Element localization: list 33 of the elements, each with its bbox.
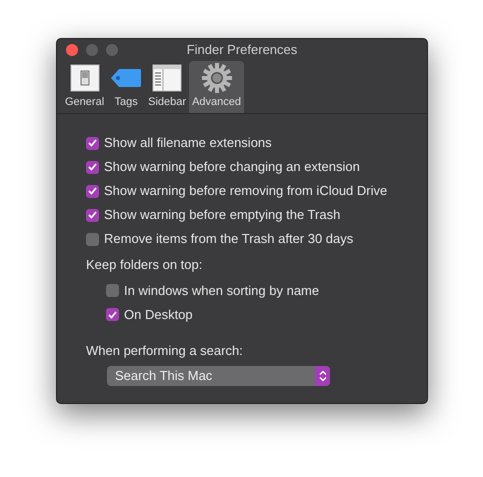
checkbox[interactable] <box>106 308 119 321</box>
checkbox[interactable] <box>86 232 99 246</box>
stepper-arrows-icon <box>318 370 326 382</box>
switch-panel-icon <box>70 64 100 92</box>
toolbar-tab[interactable]: Advanced <box>189 61 244 113</box>
checkmark-icon <box>88 211 97 219</box>
window-title: Finder Preferences <box>186 41 298 60</box>
gear-icon <box>202 62 232 92</box>
checkbox[interactable] <box>86 184 99 198</box>
checkmark-icon <box>88 163 97 171</box>
checkbox[interactable] <box>86 160 99 174</box>
toolbar-tab[interactable]: Tags <box>107 61 146 113</box>
close-button[interactable] <box>66 44 78 56</box>
checkmark-icon <box>88 187 97 195</box>
checkbox[interactable] <box>86 208 99 222</box>
toolbar-tab[interactable]: Sidebar <box>145 61 190 113</box>
toolbar-tab[interactable]: General <box>62 61 108 113</box>
checkbox-label: Show all filename extensions <box>104 134 272 152</box>
checkbox[interactable] <box>86 136 99 150</box>
section-label: Keep folders on top: <box>86 256 204 274</box>
checkbox-label: On Desktop <box>124 306 193 324</box>
checkbox-label: In windows when sorting by name <box>124 282 320 300</box>
checkmark-icon <box>108 310 117 318</box>
checkbox-label: Show warning before changing an extension <box>104 158 360 176</box>
checkbox-label: Show warning before emptying the Trash <box>104 206 340 224</box>
checkbox-label: Remove items from the Trash after 30 days <box>104 230 354 248</box>
sidebar-window-icon <box>152 64 182 92</box>
checkmark-icon <box>88 139 97 147</box>
checkbox-label: Show warning before removing from iCloud Drive <box>104 182 388 200</box>
tag-icon <box>110 68 142 88</box>
search-scope-popup[interactable]: Search This Mac <box>107 366 330 386</box>
checkbox[interactable] <box>106 284 119 297</box>
section-label: When performing a search: <box>86 342 244 360</box>
